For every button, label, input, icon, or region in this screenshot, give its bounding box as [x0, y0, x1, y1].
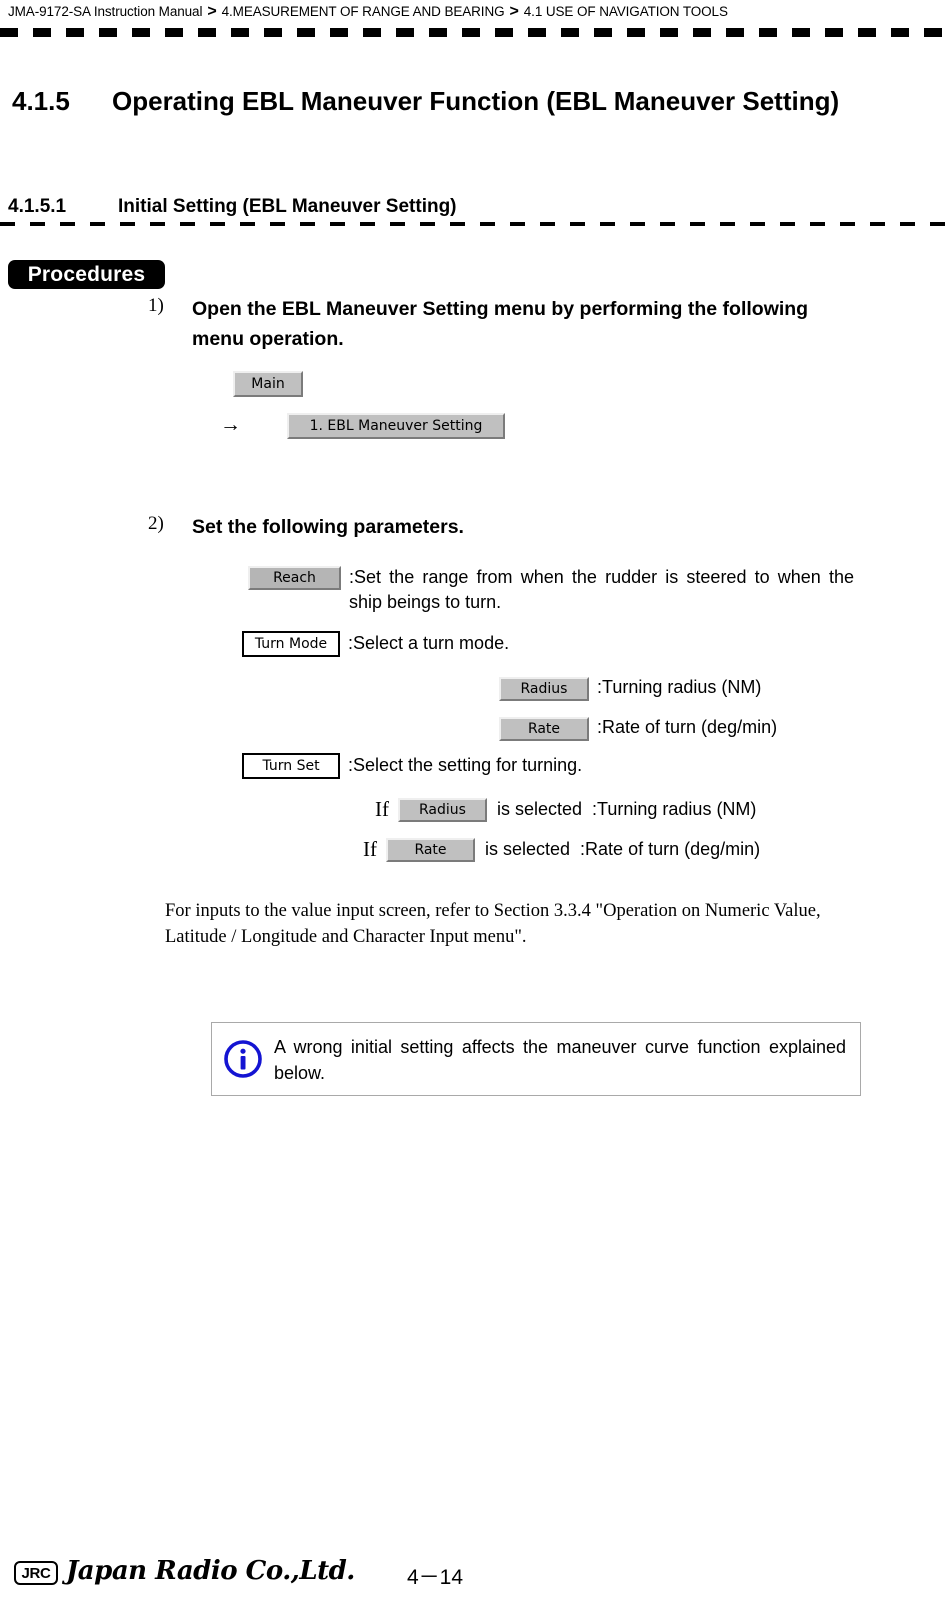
- step-marker: 1): [148, 295, 164, 316]
- condition-description: :Rate of turn (deg/min): [580, 839, 761, 859]
- subsection-heading-title: Initial Setting (EBL Maneuver Setting): [118, 196, 457, 217]
- info-circle-icon: [212, 1023, 274, 1095]
- is-selected-label: is selected: [485, 839, 571, 859]
- rate-description: :Rate of turn (deg/min): [597, 717, 778, 737]
- header-dashed-rule: [0, 28, 952, 37]
- section-heading-title: Operating EBL Maneuver Function (EBL Man…: [112, 86, 840, 116]
- turn-mode-option-radius: Radius :Turning radius (NM): [499, 675, 761, 701]
- procedure-step-2: 2) Set the following parameters.: [148, 512, 848, 542]
- menu-path-arrow-icon: →: [220, 412, 241, 436]
- breadcrumb-manual: JMA-9172-SA Instruction Manual: [8, 3, 203, 19]
- parameter-row-turn-mode: Turn Mode :Select a turn mode.: [242, 631, 842, 657]
- radius-button[interactable]: Radius: [499, 677, 589, 701]
- breadcrumb: JMA-9172-SA Instruction Manual > 4.MEASU…: [8, 0, 938, 22]
- section-heading: 4.1.5 Operating EBL Maneuver Function (EB…: [12, 86, 942, 117]
- turn-set-description: :Select the setting for turning.: [348, 755, 583, 775]
- radius-description: :Turning radius (NM): [597, 677, 762, 697]
- if-label: If: [363, 837, 377, 861]
- parameter-row-turn-set: Turn Set :Select the setting for turning…: [242, 753, 842, 779]
- is-selected-label: is selected: [497, 799, 583, 819]
- company-name: Japan Radio Co.,Ltd.: [66, 1556, 355, 1586]
- rate-button[interactable]: Rate: [499, 717, 589, 741]
- breadcrumb-section: 4.1 USE OF NAVIGATION TOOLS: [523, 3, 728, 19]
- turn-set-condition-radius: If Radius is selected :Turning radius (N…: [375, 797, 756, 822]
- main-menu-button[interactable]: Main: [233, 371, 303, 397]
- radius-button[interactable]: Radius: [398, 797, 487, 822]
- subsection-heading: 4.1.5.1 Initial Setting (EBL Maneuver Set…: [8, 196, 463, 218]
- subsection-heading-number: 4.1.5.1: [8, 196, 67, 217]
- turn-set-condition-rate: If Rate is selected :Rate of turn (deg/m…: [363, 837, 760, 862]
- breadcrumb-chapter: 4.MEASUREMENT OF RANGE AND BEARING: [221, 3, 505, 19]
- jrc-logo-mark: JRC: [14, 1561, 58, 1585]
- parameter-row-reach: Reach :Set the range from when the rudde…: [248, 565, 868, 615]
- section-heading-number: 4.1.5: [12, 86, 70, 116]
- step-text: Open the EBL Maneuver Setting menu by pe…: [192, 298, 809, 350]
- step-text: Set the following parameters.: [192, 516, 464, 538]
- page-number: 4－14: [406, 1566, 464, 1589]
- turn-mode-option-rate: Rate :Rate of turn (deg/min): [499, 715, 777, 741]
- subsection-heading-block: 4.1.5.1 Initial Setting (EBL Maneuver Set…: [0, 196, 952, 230]
- procedure-step-1: 1) Open the EBL Maneuver Setting menu by…: [148, 294, 848, 354]
- condition-description: :Turning radius (NM): [592, 799, 757, 819]
- reach-description: :Set the range from when the rudder is s…: [349, 567, 854, 612]
- ebl-maneuver-setting-menu-button[interactable]: 1. EBL Maneuver Setting: [287, 413, 505, 439]
- subsection-dashed-rule: [0, 222, 952, 226]
- turn-mode-description: :Select a turn mode.: [348, 633, 510, 653]
- step-marker: 2): [148, 513, 164, 534]
- procedures-badge: Procedures: [8, 260, 165, 289]
- breadcrumb-separator-2: >: [509, 3, 519, 20]
- page-footer: JRC Japan Radio Co.,Ltd. 4－14: [0, 1556, 952, 1608]
- rate-button[interactable]: Rate: [386, 837, 475, 862]
- breadcrumb-separator-1: >: [207, 3, 217, 20]
- reach-button[interactable]: Reach: [248, 566, 341, 590]
- turn-set-button[interactable]: Turn Set: [242, 753, 340, 779]
- info-note-box: A wrong initial setting affects the mane…: [211, 1022, 861, 1096]
- turn-mode-button[interactable]: Turn Mode: [242, 631, 340, 657]
- if-label: If: [375, 797, 389, 821]
- info-note-text: A wrong initial setting affects the mane…: [274, 1037, 846, 1083]
- reference-note: For inputs to the value input screen, re…: [165, 901, 821, 947]
